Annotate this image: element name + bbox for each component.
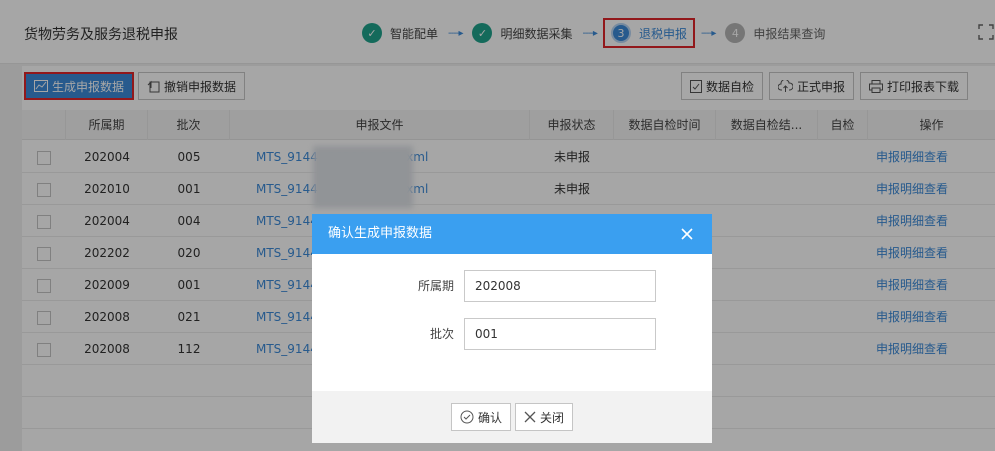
close-icon[interactable] [678, 225, 696, 243]
confirm-generate-dialog: 确认生成申报数据 所属期 批次 确认 关闭 [312, 214, 712, 443]
period-input[interactable] [464, 270, 656, 302]
batch-row: 批次 [312, 318, 712, 350]
confirm-button[interactable]: 确认 [450, 403, 511, 431]
period-row: 所属期 [312, 270, 712, 302]
batch-input[interactable] [464, 318, 656, 350]
dialog-title: 确认生成申报数据 [328, 226, 433, 241]
confirm-label: 确认 [477, 410, 502, 425]
close-icon [524, 411, 536, 423]
check-circle-icon [460, 410, 474, 424]
close-button[interactable]: 关闭 [515, 403, 574, 431]
dialog-header: 确认生成申报数据 [312, 214, 712, 254]
batch-label: 批次 [429, 327, 454, 341]
close-label: 关闭 [540, 410, 565, 425]
period-label: 所属期 [417, 279, 454, 293]
dialog-footer: 确认 关闭 [312, 391, 712, 443]
